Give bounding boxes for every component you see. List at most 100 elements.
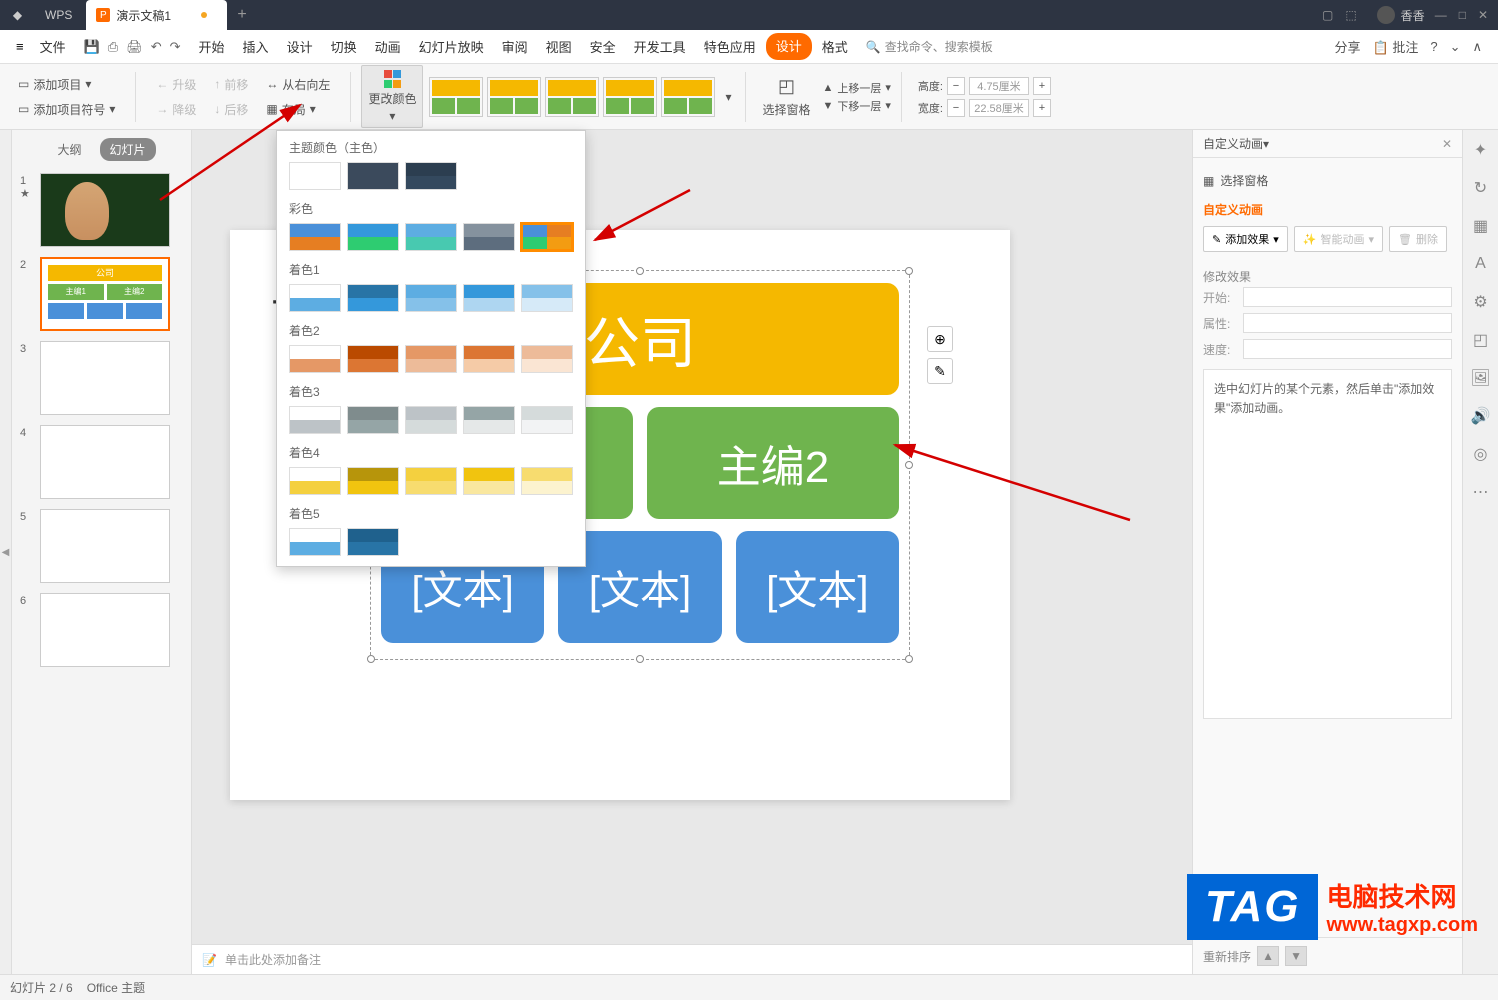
sync-icon[interactable]: ↻ — [1471, 178, 1491, 198]
add-symbol-button[interactable]: ▭ 添加项目符号 ▾ — [14, 99, 119, 120]
color-swatch[interactable] — [463, 406, 515, 434]
share-button[interactable]: 分享 — [1335, 37, 1361, 56]
notes-placeholder[interactable]: 单击此处添加备注 — [225, 951, 321, 968]
move-up-button[interactable]: ▲ — [1257, 946, 1279, 966]
more-icon[interactable]: ⋯ — [1471, 482, 1491, 502]
menu-插入[interactable]: 插入 — [235, 33, 277, 60]
color-swatch[interactable] — [405, 467, 457, 495]
color-swatch[interactable] — [347, 162, 399, 190]
speed-select[interactable] — [1243, 339, 1452, 359]
style-thumb[interactable] — [661, 77, 715, 117]
start-select[interactable] — [1243, 287, 1452, 307]
color-swatch[interactable] — [405, 406, 457, 434]
smartart-edit-icon[interactable]: ✎ — [927, 358, 953, 384]
color-swatch[interactable] — [521, 223, 573, 251]
menu-设计[interactable]: 设计 — [766, 33, 812, 60]
style-thumb[interactable] — [545, 77, 599, 117]
color-swatch[interactable] — [347, 467, 399, 495]
search-box[interactable]: 🔍 查找命令、搜索模板 — [856, 38, 993, 55]
menu-开始[interactable]: 开始 — [191, 33, 233, 60]
slide-thumb-2[interactable]: 公司 主编1主编2 — [40, 257, 170, 331]
image-icon[interactable]: 🖼 — [1471, 368, 1491, 388]
slide-thumb-1[interactable] — [40, 173, 170, 247]
select-pane-icon[interactable]: ◰ — [778, 76, 795, 97]
smartart-node[interactable]: 主编2 — [647, 407, 899, 519]
color-swatch[interactable] — [405, 223, 457, 251]
select-pane-button[interactable]: 选择窗格 — [762, 101, 810, 118]
hamburger-icon[interactable]: ≡ — [8, 35, 32, 58]
color-swatch[interactable] — [405, 284, 457, 312]
color-swatch[interactable] — [289, 284, 341, 312]
style-gallery[interactable] — [429, 77, 715, 117]
gallery-more-button[interactable]: ▾ — [721, 86, 735, 108]
outline-tab[interactable]: 大纲 — [47, 138, 91, 161]
property-select[interactable] — [1243, 313, 1452, 333]
layout-icon[interactable]: ▦ — [1471, 216, 1491, 236]
slide-thumb-4[interactable] — [40, 425, 170, 499]
decrease-height-button[interactable]: − — [947, 77, 965, 95]
gift-icon[interactable]: ⬚ — [1345, 8, 1356, 22]
template-icon[interactable]: ◰ — [1471, 330, 1491, 350]
down-layer-button[interactable]: ▼ 下移一层 ▾ — [823, 98, 891, 114]
notes-bar[interactable]: 📝 单击此处添加备注 — [192, 944, 1192, 974]
smartart-node[interactable]: [文本] — [736, 531, 899, 643]
redo-icon[interactable]: ↷ — [170, 39, 181, 55]
color-swatch[interactable] — [289, 528, 341, 556]
preview-icon[interactable]: 🖨 — [126, 39, 143, 55]
menu-特色应用[interactable]: 特色应用 — [696, 33, 764, 60]
color-swatch[interactable] — [289, 406, 341, 434]
menu-设计[interactable]: 设计 — [279, 33, 321, 60]
menu-审阅[interactable]: 审阅 — [494, 33, 536, 60]
collapse-panel-button[interactable]: ◀ — [0, 130, 12, 974]
menu-动画[interactable]: 动画 — [367, 33, 409, 60]
smart-anim-button[interactable]: ✨ 智能动画 ▾ — [1294, 226, 1383, 252]
menu-切换[interactable]: 切换 — [323, 33, 365, 60]
menu-开发工具[interactable]: 开发工具 — [626, 33, 694, 60]
move-down-button[interactable]: ▼ — [1285, 946, 1307, 966]
settings-icon[interactable]: ⚙ — [1471, 292, 1491, 312]
document-tab[interactable]: P 演示文稿1 — [86, 0, 227, 30]
wps-logo-icon[interactable]: ◆ — [0, 8, 35, 22]
user-area[interactable]: 香香 — [1367, 6, 1435, 24]
color-swatch[interactable] — [347, 284, 399, 312]
menu-安全[interactable]: 安全 — [582, 33, 624, 60]
layout-button[interactable]: ▦ 布局 ▾ — [262, 99, 319, 120]
change-color-button[interactable]: 更改颜色 ▾ — [361, 65, 423, 128]
style-thumb[interactable] — [487, 77, 541, 117]
badge-icon[interactable]: ▢ — [1322, 8, 1333, 22]
color-swatch[interactable] — [405, 345, 457, 373]
maximize-button[interactable]: □ — [1459, 8, 1466, 22]
menu-视图[interactable]: 视图 — [538, 33, 580, 60]
select-pane-link[interactable]: ▦ 选择窗格 — [1203, 168, 1452, 193]
smartart-add-icon[interactable]: ⊕ — [927, 326, 953, 352]
color-swatch[interactable] — [289, 162, 341, 190]
color-swatch[interactable] — [521, 345, 573, 373]
undo-icon[interactable]: ↶ — [151, 39, 162, 55]
slides-tab[interactable]: 幻灯片 — [100, 138, 156, 161]
style-thumb[interactable] — [429, 77, 483, 117]
decrease-width-button[interactable]: − — [947, 99, 965, 117]
color-swatch[interactable] — [289, 223, 341, 251]
minimize-button[interactable]: — — [1435, 8, 1447, 22]
up-layer-button[interactable]: ▲ 上移一层 ▾ — [823, 80, 891, 96]
save-icon[interactable]: 💾 — [84, 39, 100, 55]
color-swatch[interactable] — [521, 406, 573, 434]
color-swatch[interactable] — [289, 467, 341, 495]
add-tab-button[interactable]: + — [227, 6, 257, 24]
menu-幻灯片放映[interactable]: 幻灯片放映 — [411, 33, 492, 60]
help-button[interactable]: ? — [1430, 39, 1437, 54]
sound-icon[interactable]: 🔊 — [1471, 406, 1491, 426]
collapse-ribbon-button[interactable]: ⌄ — [1450, 39, 1461, 55]
color-swatch[interactable] — [347, 528, 399, 556]
color-swatch[interactable] — [347, 406, 399, 434]
width-input[interactable]: 22.58厘米 — [969, 99, 1029, 117]
close-button[interactable]: ✕ — [1478, 8, 1488, 22]
more-button[interactable]: ∧ — [1472, 39, 1482, 55]
increase-width-button[interactable]: + — [1033, 99, 1051, 117]
rtl-button[interactable]: ↔ 从右向左 — [262, 74, 334, 95]
height-input[interactable]: 4.75厘米 — [969, 77, 1029, 95]
color-swatch[interactable] — [347, 345, 399, 373]
increase-height-button[interactable]: + — [1033, 77, 1051, 95]
menu-格式[interactable]: 格式 — [814, 33, 856, 60]
color-swatch[interactable] — [521, 284, 573, 312]
